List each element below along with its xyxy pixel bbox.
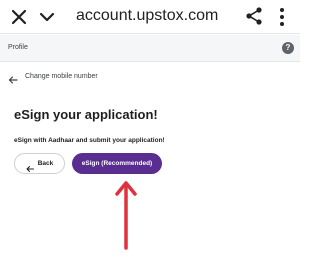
address-bar-url[interactable]: account.upstox.com [76, 6, 218, 26]
back-nav-label[interactable]: Change mobile number [25, 72, 98, 82]
close-icon[interactable] [9, 7, 29, 27]
help-icon[interactable]: ? [282, 42, 294, 54]
browser-toolbar: account.upstox.com [0, 0, 300, 34]
arrow-left-icon [26, 160, 34, 172]
share-icon[interactable] [244, 6, 264, 26]
back-nav[interactable]: Change mobile number [0, 70, 300, 84]
back-button[interactable]: Back [14, 153, 65, 174]
page-subtitle: eSign with Aadhaar and submit your appli… [14, 137, 165, 144]
page-title: eSign your application! [14, 107, 158, 122]
back-button-label: Back [37, 160, 54, 167]
page-header-title: Profile [8, 44, 28, 51]
arrow-left-icon[interactable] [8, 72, 18, 84]
profile-header: Profile ? [0, 35, 300, 62]
annotation-arrow-icon [114, 178, 138, 250]
more-vert-icon[interactable] [276, 6, 288, 28]
esign-button-label: eSign (Recommended) [81, 160, 153, 167]
chevron-down-icon[interactable] [37, 7, 57, 27]
esign-button[interactable]: eSign (Recommended) [72, 153, 162, 174]
